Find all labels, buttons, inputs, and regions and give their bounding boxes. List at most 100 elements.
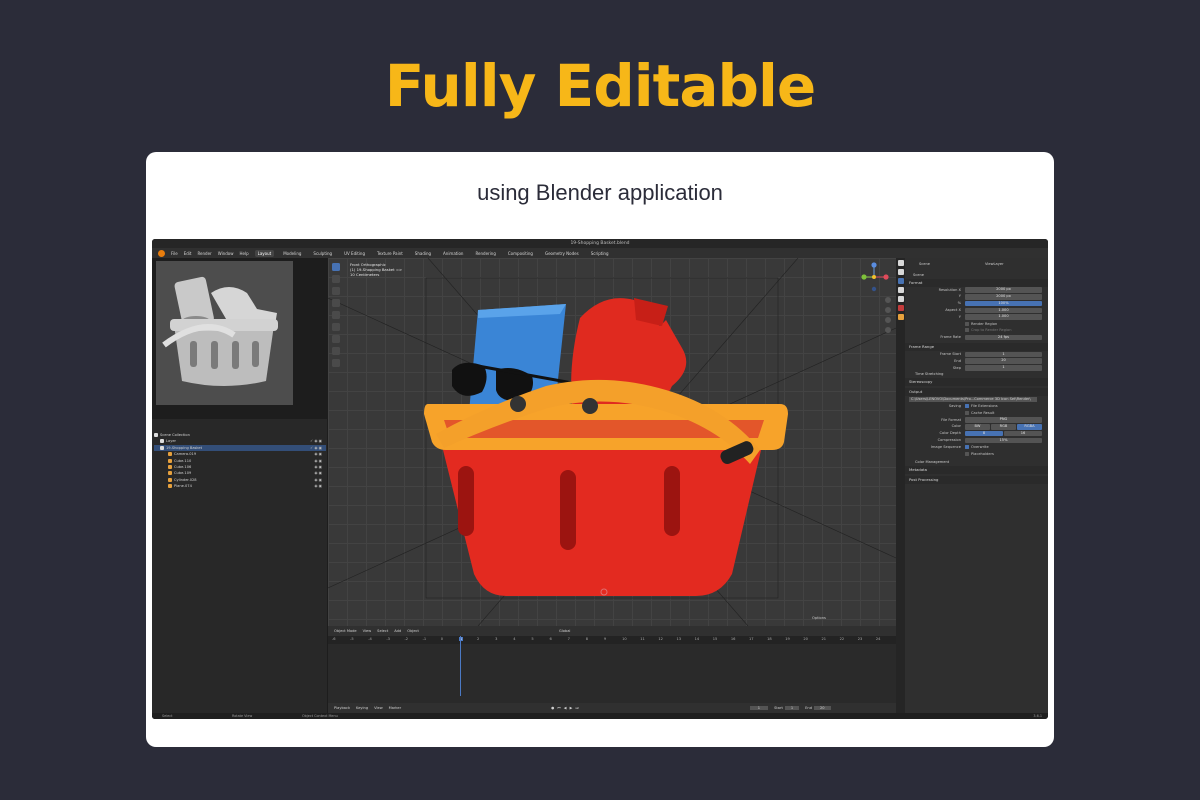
frame-step-field[interactable]: 1 xyxy=(965,365,1042,371)
menu-keying[interactable]: Keying xyxy=(356,706,368,710)
overwrite-checkbox[interactable]: Overwrite xyxy=(965,444,989,451)
tab-sculpting[interactable]: Sculpting xyxy=(310,250,335,257)
tab-compositing[interactable]: Compositing xyxy=(505,250,536,257)
outliner-row-plane[interactable]: Plane.074 ◉ ▣ xyxy=(154,483,326,489)
menu-render[interactable]: Render xyxy=(197,251,211,256)
current-frame-field[interactable]: 1 xyxy=(749,706,769,710)
world-tab-icon[interactable] xyxy=(897,305,904,311)
basket-model[interactable] xyxy=(328,258,896,626)
menu-file[interactable]: File xyxy=(171,251,178,256)
format-section[interactable]: Format xyxy=(905,278,1048,287)
color-bw-button[interactable]: BW xyxy=(965,423,990,430)
camera-view-icon[interactable] xyxy=(885,317,891,323)
aspect-x-row: Aspect X 1.000 xyxy=(905,307,1048,314)
scene-selector[interactable]: Scene ViewLayer xyxy=(905,261,1048,268)
frame-start-row: Frame Start 1 xyxy=(905,351,1048,358)
transform-orientation-dropdown[interactable]: Global xyxy=(559,629,570,633)
object-mode-dropdown[interactable]: Object Mode xyxy=(334,629,357,633)
color-rgba-button[interactable]: RGBA xyxy=(1017,423,1042,430)
crop-region-checkbox[interactable]: Crop to Render Region xyxy=(965,327,1012,334)
timeline-tick: -6 xyxy=(332,637,336,641)
frame-range-section[interactable]: Frame Range xyxy=(905,342,1048,351)
cache-result-checkbox[interactable]: Cache Result xyxy=(965,410,994,417)
object-tab-icon[interactable] xyxy=(897,314,904,320)
time-stretching-row[interactable]: Time Stretching xyxy=(905,371,1048,378)
frame-rate-dropdown[interactable]: 24 fps xyxy=(965,334,1042,341)
crop-region-row: Crop to Render Region xyxy=(905,327,1048,334)
file-extensions-checkbox[interactable]: File Extensions xyxy=(965,403,998,410)
annotate-tool-icon[interactable] xyxy=(332,335,340,343)
measure-tool-icon[interactable] xyxy=(332,347,340,355)
headline: Fully Editable xyxy=(384,52,816,120)
file-format-dropdown[interactable]: PNG xyxy=(965,417,1042,423)
rotate-tool-icon[interactable] xyxy=(332,299,340,307)
select-box-tool-icon[interactable] xyxy=(332,263,340,271)
output-path-field[interactable]: C:\Users\LENOVO\Documents\Pro...Commerce… xyxy=(909,396,1037,403)
tab-geometry-nodes[interactable]: Geometry Nodes xyxy=(542,250,582,257)
frame-start-field[interactable]: 1 xyxy=(965,351,1042,358)
output-tab-icon[interactable] xyxy=(897,278,904,284)
tab-layout[interactable]: Layout xyxy=(254,249,275,257)
menu-select[interactable]: Select xyxy=(377,629,388,633)
color-management-row[interactable]: Color Management xyxy=(905,459,1048,466)
playhead[interactable] xyxy=(459,636,461,696)
menu-help[interactable]: Help xyxy=(239,251,248,256)
aspect-x-field[interactable]: 1.000 xyxy=(965,307,1042,314)
timeline-tick: 8 xyxy=(585,637,589,641)
view-layer-tab-icon[interactable] xyxy=(897,287,904,293)
color-depth-8-button[interactable]: 8 xyxy=(965,430,1003,437)
color-rgb-button[interactable]: RGB xyxy=(991,423,1016,430)
resolution-percent-field[interactable]: 100% xyxy=(965,300,1042,307)
resolution-x-field[interactable]: 2000 px xyxy=(965,287,1042,293)
timeline[interactable]: -6 -5 -4 -3 -2 -1 0 1 2 3 4 5 6 7 8 9 10 11 12 13 14 15 16 17 18… xyxy=(328,636,896,703)
overlay-options[interactable]: Options xyxy=(812,616,826,620)
menu-marker[interactable]: Marker xyxy=(389,706,401,710)
cursor-tool-icon[interactable] xyxy=(332,275,340,283)
menu-add[interactable]: Add xyxy=(394,629,401,633)
aspect-y-field[interactable]: 1.000 xyxy=(965,314,1042,320)
menu-playback[interactable]: Playback xyxy=(334,706,350,710)
render-tab-icon[interactable] xyxy=(897,269,904,275)
grid-view-icon[interactable] xyxy=(885,327,891,333)
clay-basket-render xyxy=(162,276,278,386)
scene-tab-icon[interactable] xyxy=(897,296,904,302)
add-cube-tool-icon[interactable] xyxy=(332,359,340,367)
resolution-y-field[interactable]: 2000 px xyxy=(965,293,1042,300)
3d-viewport[interactable]: Front Orthographic (1) 19-Shopping Baske… xyxy=(328,258,896,626)
menu-window[interactable]: Window xyxy=(218,251,234,256)
menu-view[interactable]: View xyxy=(363,629,372,633)
placeholders-checkbox[interactable]: Placeholders xyxy=(965,451,994,458)
compression-slider[interactable]: 15% xyxy=(965,437,1042,444)
tab-animation[interactable]: Animation xyxy=(440,250,466,257)
menu-view-timeline[interactable]: View xyxy=(374,706,383,710)
scale-tool-icon[interactable] xyxy=(332,311,340,319)
frame-end-field[interactable]: 20 xyxy=(965,358,1042,364)
menu-object[interactable]: Object xyxy=(407,629,419,633)
outliner-panel: Scene Collection Layer ✓ ◉ ▣ 19-Shopping … xyxy=(152,419,327,719)
move-tool-icon[interactable] xyxy=(332,287,340,295)
tab-shading[interactable]: Shading xyxy=(412,250,434,257)
stereoscopy-section[interactable]: Stereoscopy xyxy=(905,378,1048,387)
navigation-gizmo-icon[interactable] xyxy=(858,261,890,293)
visibility-icon[interactable]: ◉ ▣ xyxy=(314,483,322,489)
zoom-icon[interactable] xyxy=(885,297,891,303)
color-depth-16-button[interactable]: 16 xyxy=(1004,430,1042,437)
tool-tab-icon[interactable] xyxy=(897,260,904,266)
post-processing-section[interactable]: Post Processing xyxy=(905,476,1048,485)
start-frame-field[interactable]: 1 xyxy=(784,706,800,710)
tab-texture-paint[interactable]: Texture Paint xyxy=(374,250,406,257)
tab-uv-editing[interactable]: UV Editing xyxy=(341,250,368,257)
mesh-icon xyxy=(168,458,172,463)
end-frame-field[interactable]: 20 xyxy=(814,706,831,710)
tab-rendering[interactable]: Rendering xyxy=(472,250,498,257)
tab-modeling[interactable]: Modeling xyxy=(280,250,304,257)
metadata-section[interactable]: Metadata xyxy=(905,466,1048,475)
pan-hand-icon[interactable] xyxy=(885,307,891,313)
tab-scripting[interactable]: Scripting xyxy=(588,250,612,257)
blender-logo-icon[interactable] xyxy=(158,249,165,257)
playback-controls-icon[interactable]: ● ⏮ ◀ ▶ ⏭ xyxy=(551,706,580,710)
output-section[interactable]: Output xyxy=(905,388,1048,397)
menu-edit[interactable]: Edit xyxy=(184,251,192,256)
render-region-checkbox[interactable]: Render Region xyxy=(965,321,997,328)
transform-tool-icon[interactable] xyxy=(332,323,340,331)
